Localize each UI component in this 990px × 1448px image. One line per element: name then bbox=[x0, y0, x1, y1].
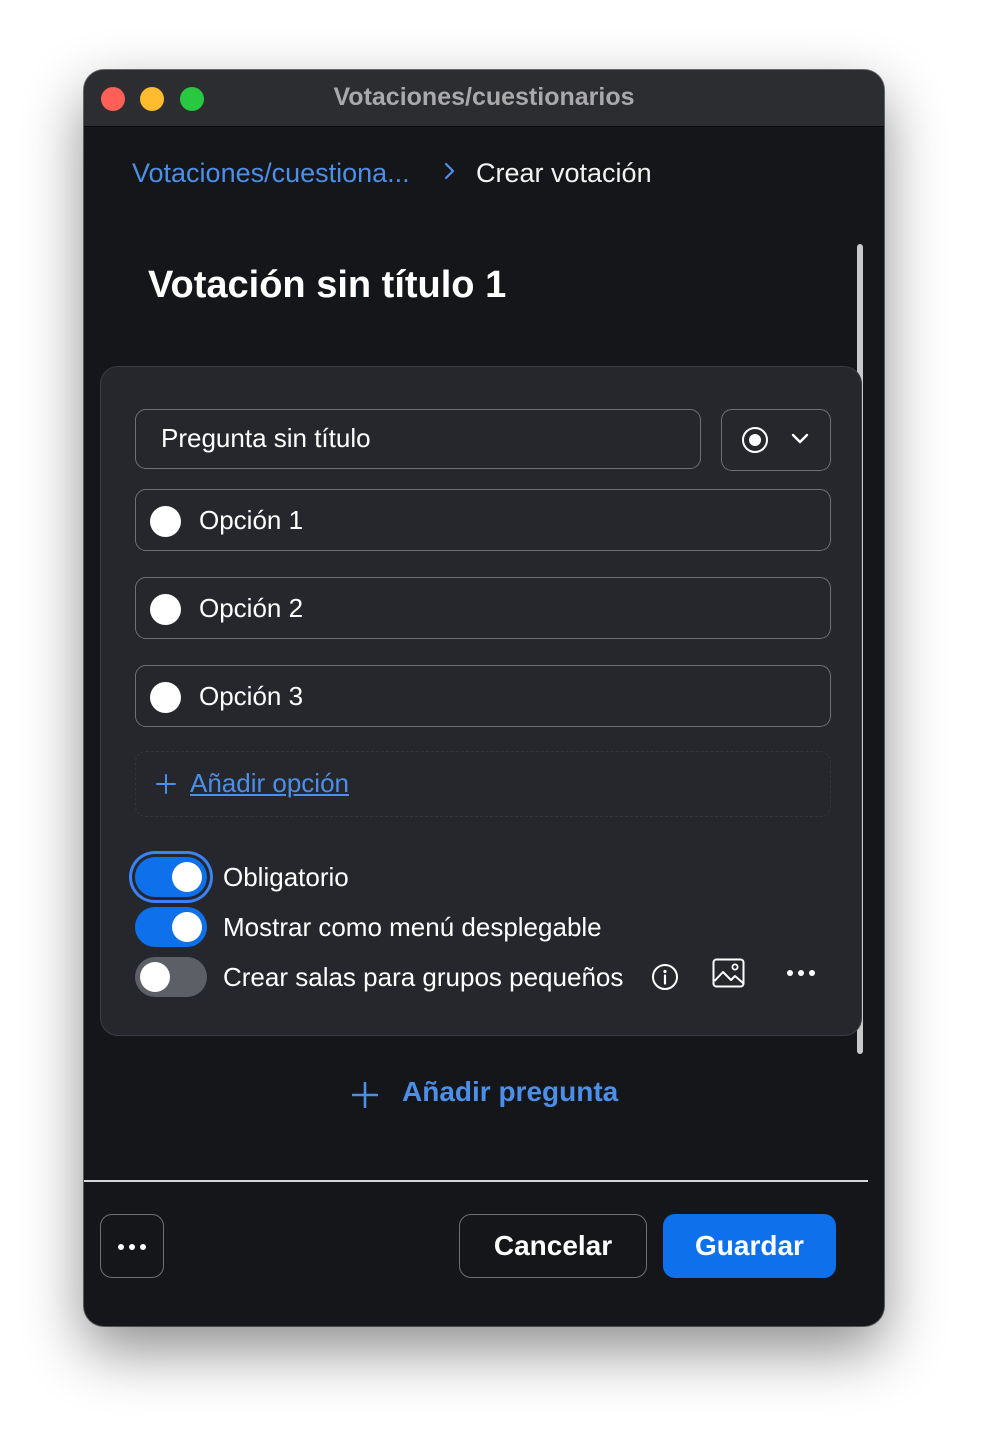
toggle-knob bbox=[172, 912, 202, 942]
add-option-label: Añadir opción bbox=[190, 768, 349, 798]
more-actions-button[interactable] bbox=[100, 1214, 164, 1278]
plus-icon bbox=[156, 774, 176, 794]
question-card: Pregunta sin título Opción 1 Opción 2 Op… bbox=[100, 366, 862, 1036]
option-3[interactable]: Opción 3 bbox=[135, 665, 831, 727]
poll-window: Votaciones/cuestionarios Votaciones/cues… bbox=[84, 70, 884, 1326]
chevron-right-icon bbox=[444, 162, 455, 180]
more-options-icon[interactable] bbox=[786, 969, 816, 977]
footer-divider bbox=[84, 1180, 868, 1182]
required-toggle[interactable] bbox=[135, 857, 207, 897]
breakout-rooms-label: Crear salas para grupos pequeños bbox=[223, 962, 624, 992]
option-label: Opción 3 bbox=[199, 681, 304, 711]
radio-circle-icon bbox=[150, 682, 181, 713]
plus-icon bbox=[352, 1082, 378, 1108]
option-label: Opción 2 bbox=[199, 593, 304, 623]
chevron-down-icon bbox=[791, 433, 809, 444]
dropdown-label: Mostrar como menú desplegable bbox=[223, 912, 602, 942]
radio-circle-icon bbox=[150, 506, 181, 537]
add-option-button[interactable]: Añadir opción bbox=[135, 751, 831, 817]
cancel-button[interactable]: Cancelar bbox=[459, 1214, 647, 1278]
add-question-button[interactable]: Añadir pregunta bbox=[352, 1076, 622, 1116]
image-icon[interactable] bbox=[712, 958, 745, 988]
info-icon[interactable] bbox=[651, 963, 679, 991]
question-title-input[interactable]: Pregunta sin título bbox=[135, 409, 701, 469]
option-1[interactable]: Opción 1 bbox=[135, 489, 831, 551]
question-type-select[interactable] bbox=[721, 409, 831, 471]
toggle-knob bbox=[140, 962, 170, 992]
option-label: Opción 1 bbox=[199, 505, 304, 535]
title-bar: Votaciones/cuestionarios bbox=[84, 70, 884, 127]
save-button[interactable]: Guardar bbox=[663, 1214, 836, 1278]
required-label: Obligatorio bbox=[223, 862, 349, 892]
breadcrumb-parent-link[interactable]: Votaciones/cuestiona... bbox=[132, 158, 410, 189]
window-title: Votaciones/cuestionarios bbox=[333, 83, 635, 111]
add-question-label: Añadir pregunta bbox=[402, 1076, 619, 1107]
more-horizontal-icon bbox=[118, 1244, 146, 1250]
dropdown-toggle[interactable] bbox=[135, 907, 207, 947]
radio-button-icon bbox=[742, 427, 768, 453]
radio-circle-icon bbox=[150, 594, 181, 625]
toggle-knob bbox=[172, 862, 202, 892]
breadcrumb-current: Crear votación bbox=[476, 158, 652, 188]
breakout-rooms-toggle[interactable] bbox=[135, 957, 207, 997]
poll-title[interactable]: Votación sin título 1 bbox=[148, 264, 506, 307]
option-2[interactable]: Opción 2 bbox=[135, 577, 831, 639]
